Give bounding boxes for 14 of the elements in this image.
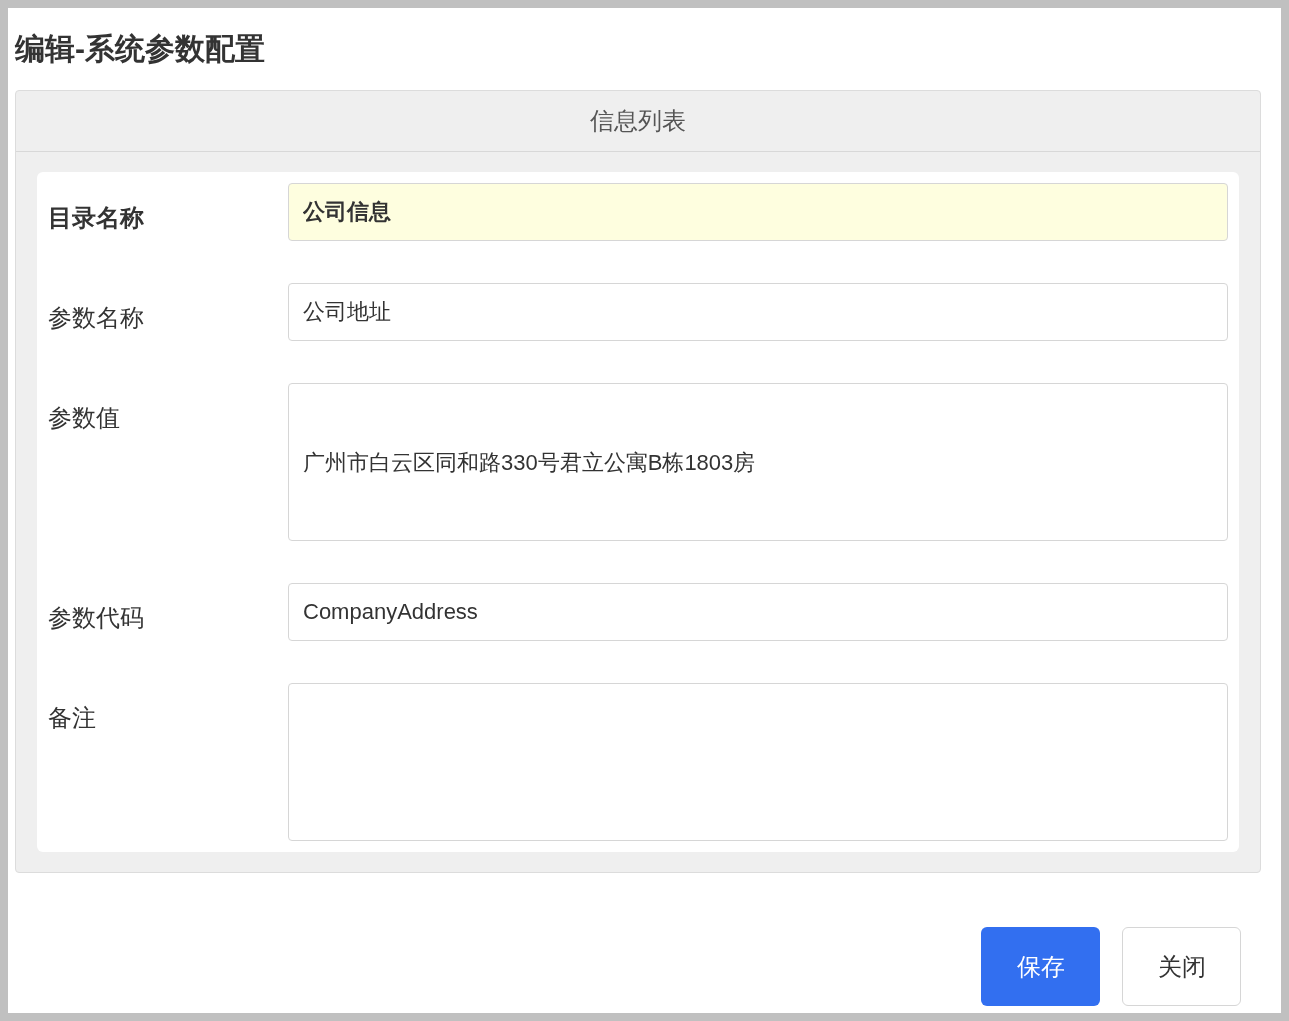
textarea-field[interactable] xyxy=(288,683,1228,841)
save-button[interactable]: 保存 xyxy=(981,927,1100,1006)
textarea-field[interactable]: 广州市白云区同和路330号君立公寓B栋1803房 xyxy=(288,383,1228,541)
page-title: 编辑-系统参数配置 xyxy=(15,34,265,64)
input-field[interactable]: CompanyAddress xyxy=(288,583,1228,641)
field-label: 参数代码 xyxy=(48,604,144,631)
input-field[interactable]: 公司信息 xyxy=(288,183,1228,241)
panel-header: 信息列表 xyxy=(590,106,686,136)
close-button[interactable]: 关闭 xyxy=(1122,927,1241,1006)
field-label: 备注 xyxy=(48,704,96,731)
field-label: 参数值 xyxy=(48,404,120,431)
field-label: 参数名称 xyxy=(48,304,144,331)
field-label: 目录名称 xyxy=(48,204,144,231)
input-field[interactable]: 公司地址 xyxy=(288,283,1228,341)
